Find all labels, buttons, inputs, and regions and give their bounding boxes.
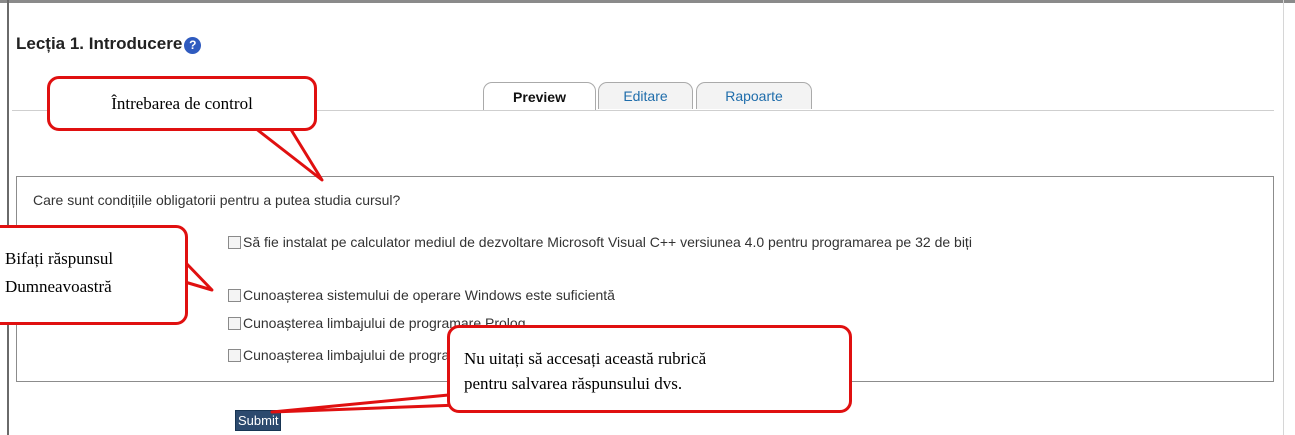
callout-control-question-text: Întrebarea de control [111,93,253,113]
callout-check-answer-line2: Dumneavoastră [5,277,112,296]
page-title: Lecția 1. Introducere ? [16,34,202,54]
callout-pointer-control-question [253,126,324,182]
window-top-border [0,0,1295,3]
window-left-border [7,0,9,435]
answer-option-label: Cunoașterea sistemului de operare Window… [243,287,615,303]
answer-option-label: Să fie instalat pe calculator mediul de … [243,234,972,250]
checkbox-icon[interactable] [228,349,241,362]
callout-remember-submit: Nu uitați să accesați această rubrică pe… [447,325,852,413]
checkbox-icon[interactable] [228,317,241,330]
tab-editare[interactable]: Editare [598,82,693,109]
question-text: Care sunt condițiile obligatorii pentru … [33,192,401,208]
help-icon[interactable]: ? [184,36,202,54]
window-right-border [1283,0,1284,435]
answer-option[interactable]: Cunoașterea sistemului de operare Window… [228,286,1218,305]
callout-remember-line1: Nu uitați să accesați această rubrică [464,349,707,368]
checkbox-icon[interactable] [228,289,241,302]
checkbox-icon[interactable] [228,236,241,249]
callout-remember-line2: pentru salvarea răspunsului dvs. [464,374,683,393]
answer-option[interactable]: Să fie instalat pe calculator mediul de … [228,233,1218,252]
callout-control-question: Întrebarea de control [47,76,317,131]
tab-rapoarte[interactable]: Rapoarte [696,82,812,109]
submit-button[interactable]: Submit [235,410,282,431]
tab-preview[interactable]: Preview [483,82,596,111]
page-title-text: Lecția 1. Introducere [16,34,183,53]
callout-pointer-submit [270,392,461,414]
callout-check-answer-line1: Bifați răspunsul [5,249,114,268]
callout-check-answer: Bifați răspunsul Dumneavoastră [0,225,188,325]
